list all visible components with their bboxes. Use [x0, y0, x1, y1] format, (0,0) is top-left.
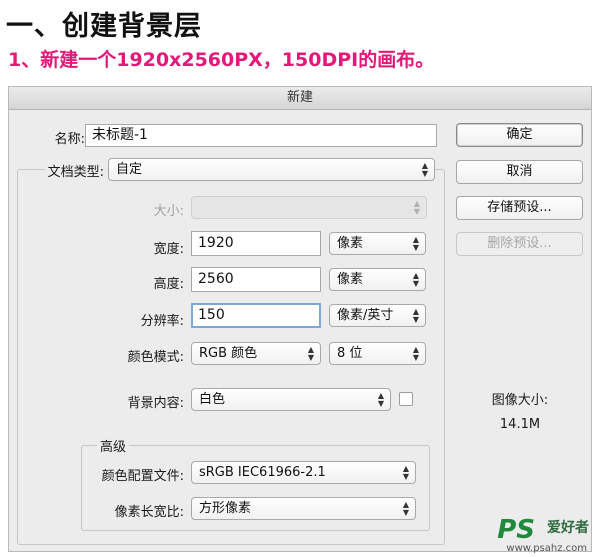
delete-preset-button[interactable]: 删除预设...	[456, 232, 583, 256]
size-label: 大小:	[153, 204, 184, 219]
height-unit-select[interactable]: 像素 ▲ ▼	[329, 268, 426, 291]
chevron-updown-icon: ▲ ▼	[412, 307, 419, 324]
pixel-aspect-select[interactable]: 方形像素 ▲ ▼	[191, 497, 416, 520]
bit-depth-select[interactable]: 8 位 ▲ ▼	[329, 342, 426, 365]
chevron-updown-icon: ▲ ▼	[421, 161, 428, 178]
width-unit-value: 像素	[337, 236, 364, 251]
new-document-dialog: 新建 名称: 未标题-1 确定 取消 存储预设... 删除预设... 文档类型:…	[8, 86, 592, 552]
doc-type-select[interactable]: 自定 ▲ ▼	[108, 158, 435, 181]
resolution-label: 分辨率:	[140, 314, 184, 329]
bit-depth-value: 8 位	[337, 346, 363, 361]
dialog-titlebar: 新建	[9, 87, 591, 110]
ok-button[interactable]: 确定	[456, 123, 583, 147]
chevron-updown-icon: ▲ ▼	[307, 345, 314, 362]
chevron-updown-icon: ▲ ▼	[412, 271, 419, 288]
height-unit-value: 像素	[337, 272, 364, 287]
watermark-text: 爱好者	[547, 520, 589, 536]
chevron-updown-icon: ▲ ▼	[402, 500, 409, 517]
advanced-label: 高级	[97, 436, 130, 455]
color-mode-label: 颜色模式:	[127, 350, 184, 365]
doc-type-value: 自定	[116, 162, 143, 177]
background-color-swatch[interactable]	[399, 392, 413, 406]
watermark-url: www.psahz.com	[506, 543, 587, 554]
color-profile-label: 颜色配置文件:	[101, 469, 184, 484]
cancel-button[interactable]: 取消	[456, 160, 583, 184]
background-select[interactable]: 白色 ▲ ▼	[191, 388, 391, 411]
name-label: 名称:	[54, 132, 85, 147]
color-mode-value: RGB 颜色	[199, 346, 258, 361]
background-label: 背景内容:	[127, 396, 184, 411]
resolution-unit-value: 像素/英寸	[337, 308, 394, 323]
pixel-aspect-label: 像素长宽比:	[114, 505, 184, 520]
height-label: 高度:	[153, 277, 184, 292]
background-value: 白色	[199, 392, 226, 407]
watermark-logo: PS	[497, 515, 535, 545]
resolution-unit-select[interactable]: 像素/英寸 ▲ ▼	[329, 304, 426, 327]
size-select[interactable]: ▲ ▼	[191, 196, 427, 219]
width-input[interactable]: 1920	[191, 231, 321, 256]
width-label: 宽度:	[153, 242, 184, 257]
page-subheading: 1、新建一个1920x2560PX，150DPI的画布。	[8, 49, 435, 71]
color-profile-value: sRGB IEC61966-2.1	[199, 465, 326, 480]
width-unit-select[interactable]: 像素 ▲ ▼	[329, 232, 426, 255]
color-profile-select[interactable]: sRGB IEC61966-2.1 ▲ ▼	[191, 461, 416, 484]
resolution-input[interactable]: 150	[191, 303, 321, 328]
pixel-aspect-value: 方形像素	[199, 501, 252, 516]
color-mode-select[interactable]: RGB 颜色 ▲ ▼	[191, 342, 321, 365]
chevron-updown-icon: ▲ ▼	[377, 391, 384, 408]
image-size-value: 14.1M	[499, 417, 541, 432]
save-preset-button[interactable]: 存储预设...	[456, 196, 583, 220]
chevron-updown-icon: ▲ ▼	[413, 199, 420, 216]
chevron-updown-icon: ▲ ▼	[412, 345, 419, 362]
doc-type-label: 文档类型:	[44, 161, 107, 180]
image-size-label: 图像大小:	[491, 393, 549, 408]
chevron-updown-icon: ▲ ▼	[412, 235, 419, 252]
height-input[interactable]: 2560	[191, 267, 321, 292]
name-input[interactable]: 未标题-1	[85, 124, 437, 147]
page-heading: 一、创建背景层	[6, 11, 202, 42]
chevron-updown-icon: ▲ ▼	[402, 464, 409, 481]
